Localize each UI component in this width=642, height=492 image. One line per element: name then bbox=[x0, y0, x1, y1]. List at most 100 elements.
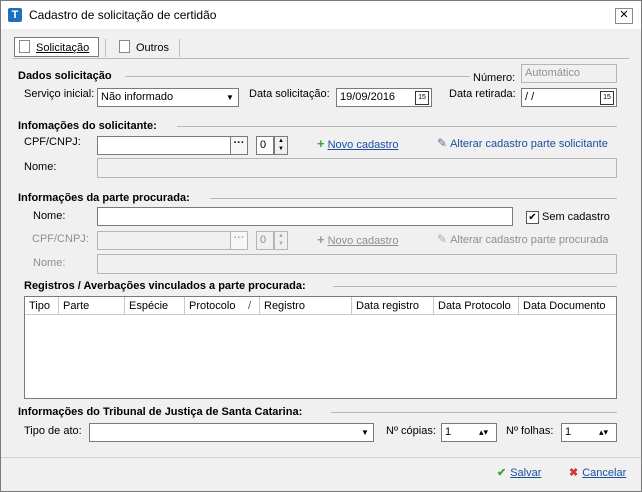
nome-solicitante-field bbox=[97, 158, 617, 178]
page-icon bbox=[19, 40, 30, 53]
section-registros-heading: Registros / Averbações vinculados a part… bbox=[24, 280, 306, 292]
check-icon: ✔ bbox=[497, 467, 507, 479]
column-header-data-documento[interactable]: Data Documento bbox=[519, 297, 616, 315]
column-header-protocolo[interactable]: Protocolo / bbox=[185, 297, 260, 315]
cancel-x-icon: ✖ bbox=[569, 467, 579, 479]
sort-icon: / bbox=[247, 300, 251, 312]
parte-nome-input[interactable] bbox=[97, 207, 513, 226]
data-solicitacao-value: 19/09/2016 bbox=[340, 91, 396, 103]
column-header-data-protocolo[interactable]: Data Protocolo bbox=[434, 297, 519, 315]
servico-label: Serviço inicial: bbox=[24, 88, 95, 100]
tab-outros[interactable]: Outros bbox=[119, 38, 169, 58]
section-parte-heading: Informações da parte procurada: bbox=[18, 192, 190, 204]
alterar-solicitante-link[interactable]: ✎ Alterar cadastro parte solicitante bbox=[437, 136, 608, 150]
tab-divider bbox=[179, 39, 180, 57]
title-bar: T Cadastro de solicitação de certidão ✕ bbox=[1, 1, 641, 29]
section-solicitante-heading: Infomações do solicitante: bbox=[18, 120, 157, 132]
section-divider bbox=[210, 198, 617, 199]
section-divider bbox=[331, 412, 617, 413]
data-solicitacao-field[interactable]: 19/09/2016 15 bbox=[336, 88, 432, 107]
parte-doc-type-spinner: ▲ ▼ bbox=[274, 231, 288, 250]
calendar-icon[interactable]: 15 bbox=[415, 91, 429, 105]
plus-icon: + bbox=[317, 136, 325, 151]
parte-cpf-label: CPF/CNPJ: bbox=[32, 233, 89, 245]
dialog-window: T Cadastro de solicitação de certidão ✕ … bbox=[0, 0, 642, 492]
registros-table[interactable]: Tipo Parte Espécie Protocolo / Registro … bbox=[24, 296, 617, 399]
tab-solicitacao[interactable]: Solicitação bbox=[14, 37, 99, 57]
alterar-parte-link: ✎ Alterar cadastro parte procurada bbox=[437, 232, 608, 246]
parte-nome2-field bbox=[97, 254, 617, 274]
footer-divider bbox=[1, 457, 641, 458]
column-header-data-registro[interactable]: Data registro bbox=[352, 297, 434, 315]
alterar-solicitante-label: Alterar cadastro parte solicitante bbox=[450, 138, 608, 150]
cpf-label: CPF/CNPJ: bbox=[24, 136, 81, 148]
spin-up-icon: ▲ bbox=[278, 233, 284, 239]
data-retirada-value: / / bbox=[525, 91, 535, 103]
folhas-value: 1 bbox=[565, 426, 572, 438]
copias-spinner-icon[interactable]: ▴▾ bbox=[479, 424, 495, 441]
column-header-parte[interactable]: Parte bbox=[59, 297, 125, 315]
copias-label: Nº cópias: bbox=[386, 425, 436, 437]
tab-label: Outros bbox=[136, 42, 170, 54]
spin-up-icon[interactable]: ▲ bbox=[275, 137, 287, 145]
parte-novo-cadastro-label: Novo cadastro bbox=[327, 235, 399, 247]
servico-select[interactable]: Não informado ▼ bbox=[97, 88, 239, 107]
doc-type-spinner[interactable]: ▲ ▼ bbox=[274, 136, 288, 155]
search-ellipsis-button: ··· bbox=[230, 231, 248, 250]
novo-cadastro-label: Novo cadastro bbox=[327, 139, 399, 151]
salvar-button[interactable]: ✔ Salvar bbox=[497, 466, 541, 479]
doc-type-field[interactable]: 0 bbox=[256, 136, 274, 155]
numero-field: Automático bbox=[521, 64, 617, 83]
tab-divider bbox=[105, 39, 106, 57]
servico-value: Não informado bbox=[101, 91, 174, 103]
tab-label: Solicitação bbox=[36, 42, 90, 54]
cpf-input[interactable] bbox=[97, 136, 231, 155]
page-icon bbox=[119, 40, 130, 53]
section-divider bbox=[177, 126, 617, 127]
protocolo-label: Protocolo bbox=[189, 300, 236, 312]
parte-doc-type-field: 0 bbox=[256, 231, 274, 250]
section-divider bbox=[333, 286, 617, 287]
app-icon: T bbox=[8, 8, 22, 22]
parte-nome-label: Nome: bbox=[33, 210, 66, 222]
cancelar-label: Cancelar bbox=[582, 467, 627, 479]
close-button[interactable]: ✕ bbox=[615, 8, 633, 24]
spin-down-icon[interactable]: ▼ bbox=[275, 145, 287, 153]
data-retirada-field[interactable]: / / 15 bbox=[521, 88, 617, 107]
column-header-registro[interactable]: Registro bbox=[260, 297, 352, 315]
copias-value: 1 bbox=[445, 426, 452, 438]
data-solicitacao-label: Data solicitação: bbox=[249, 88, 330, 100]
search-ellipsis-button[interactable]: ··· bbox=[230, 136, 248, 155]
window-title: Cadastro de solicitação de certidão bbox=[29, 8, 217, 22]
folhas-label: Nº folhas: bbox=[506, 425, 554, 437]
cancelar-button[interactable]: ✖ Cancelar bbox=[569, 466, 626, 479]
tipo-ato-label: Tipo de ato: bbox=[24, 425, 82, 437]
section-tribunal-heading: Informações do Tribunal de Justiça de Sa… bbox=[18, 406, 303, 418]
pencil-icon: ✎ bbox=[437, 136, 448, 150]
sem-cadastro-label: Sem cadastro bbox=[542, 211, 610, 223]
data-retirada-label: Data retirada: bbox=[449, 88, 516, 100]
tab-underline bbox=[13, 58, 629, 59]
column-header-especie[interactable]: Espécie bbox=[125, 297, 185, 315]
chevron-down-icon[interactable]: ▼ bbox=[222, 89, 238, 106]
alterar-parte-label: Alterar cadastro parte procurada bbox=[450, 234, 609, 246]
nome-label: Nome: bbox=[24, 161, 57, 173]
parte-novo-cadastro-link: + Novo cadastro bbox=[317, 232, 399, 247]
pencil-icon: ✎ bbox=[437, 232, 448, 246]
section-divider bbox=[125, 76, 470, 77]
folhas-spinner-icon[interactable]: ▴▾ bbox=[599, 424, 615, 441]
calendar-icon[interactable]: 15 bbox=[600, 91, 614, 105]
copias-input[interactable]: 1 ▴▾ bbox=[441, 423, 497, 442]
tipo-ato-select[interactable]: ▼ bbox=[89, 423, 374, 442]
chevron-down-icon[interactable]: ▼ bbox=[357, 424, 373, 441]
plus-icon: + bbox=[317, 232, 325, 247]
parte-nome2-label: Nome: bbox=[33, 257, 66, 269]
folhas-input[interactable]: 1 ▴▾ bbox=[561, 423, 617, 442]
spin-down-icon: ▼ bbox=[278, 241, 284, 247]
salvar-label: Salvar bbox=[510, 467, 542, 479]
numero-label: Número: bbox=[473, 72, 516, 84]
sem-cadastro-checkbox[interactable]: ✔ bbox=[526, 211, 539, 224]
parte-cpf-input bbox=[97, 231, 231, 250]
column-header-tipo[interactable]: Tipo bbox=[25, 297, 59, 315]
novo-cadastro-link[interactable]: + Novo cadastro bbox=[317, 136, 399, 151]
